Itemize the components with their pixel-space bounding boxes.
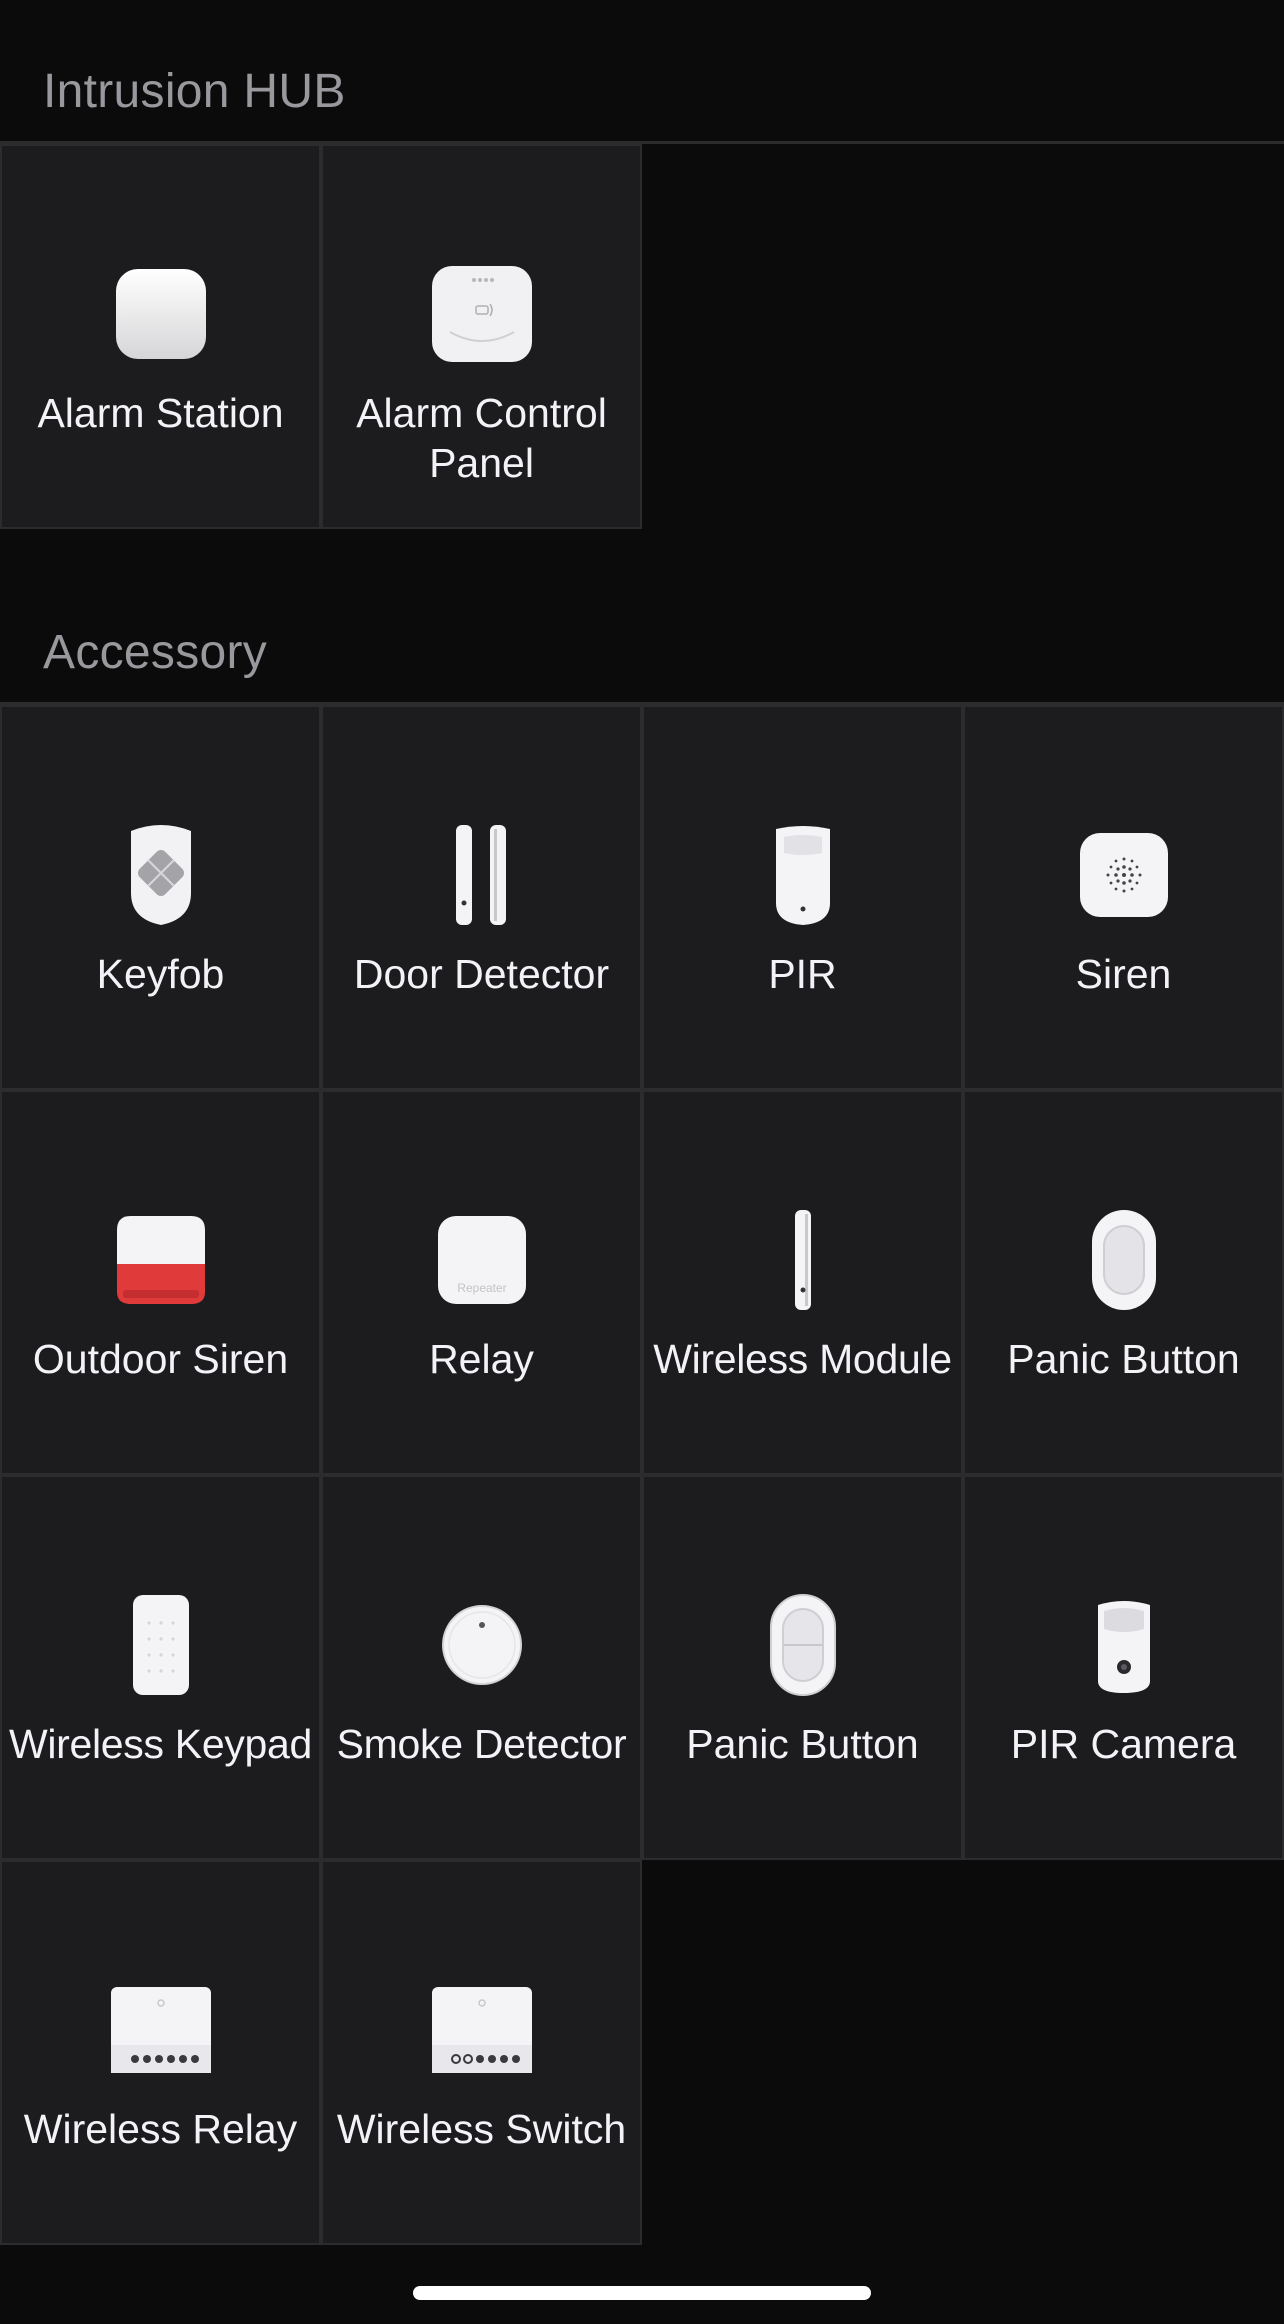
door-detector-icon xyxy=(422,815,542,935)
device-label: Wireless Relay xyxy=(23,2106,298,2152)
device-label: Smoke Detector xyxy=(336,1721,627,1767)
wireless-module-icon xyxy=(743,1200,863,1320)
device-tile-wireless-module[interactable]: Wireless Module xyxy=(642,1090,963,1475)
device-label: Alarm Station xyxy=(37,390,284,436)
device-tile-pir-camera[interactable]: PIR Camera xyxy=(963,1475,1284,1860)
device-label: Door Detector xyxy=(353,951,610,997)
section-title: Intrusion HUB xyxy=(43,65,346,118)
panic-button-double-icon xyxy=(743,1585,863,1705)
device-tile-wireless-switch[interactable]: Wireless Switch xyxy=(321,1860,642,2245)
section-header-intrusion-hub: Intrusion HUB xyxy=(0,0,1284,144)
device-tile-smoke-detector[interactable]: Smoke Detector xyxy=(321,1475,642,1860)
device-label: Panic Button xyxy=(686,1721,919,1767)
device-tile-door-detector[interactable]: Door Detector xyxy=(321,705,642,1090)
alarm-control-panel-icon xyxy=(422,254,542,374)
accessory-grid: Keyfob Door Detector PIR Siren Outdoor S… xyxy=(0,705,1284,2245)
pir-camera-icon xyxy=(1064,1585,1184,1705)
device-tile-siren[interactable]: Siren xyxy=(963,705,1284,1090)
device-tile-outdoor-siren[interactable]: Outdoor Siren xyxy=(0,1090,321,1475)
device-label: PIR xyxy=(768,951,837,997)
device-label: Keyfob xyxy=(96,951,225,997)
device-label: PIR Camera xyxy=(1010,1721,1237,1767)
device-label: Panic Button xyxy=(1007,1336,1240,1382)
device-label: Wireless Switch xyxy=(336,2106,627,2152)
pir-icon xyxy=(743,815,863,935)
relay-icon: Repeater xyxy=(422,1200,542,1320)
device-label: Wireless Module xyxy=(653,1336,952,1382)
section-title: Accessory xyxy=(43,626,268,679)
wireless-switch-icon xyxy=(422,1970,542,2090)
siren-icon xyxy=(1064,815,1184,935)
device-label: Alarm Control Panel xyxy=(356,390,607,486)
device-tile-pir[interactable]: PIR xyxy=(642,705,963,1090)
panic-button-icon xyxy=(1064,1200,1184,1320)
keyfob-icon xyxy=(101,815,221,935)
device-tile-relay[interactable]: Repeater Relay xyxy=(321,1090,642,1475)
device-tile-panic-button[interactable]: Panic Button xyxy=(963,1090,1284,1475)
wireless-relay-icon xyxy=(101,1970,221,2090)
device-tile-wireless-relay[interactable]: Wireless Relay xyxy=(0,1860,321,2245)
relay-icon-text: Repeater xyxy=(457,1281,506,1295)
device-label: Outdoor Siren xyxy=(32,1336,289,1382)
section-header-accessory: Accessory xyxy=(0,529,1284,705)
device-label: Wireless Keypad xyxy=(8,1721,313,1767)
home-indicator xyxy=(413,2286,871,2300)
device-tile-panic-button-double[interactable]: Panic Button xyxy=(642,1475,963,1860)
intrusion-hub-grid: Alarm Station Alarm Control Panel xyxy=(0,144,1284,529)
device-label: Relay xyxy=(429,1336,534,1382)
wireless-keypad-icon xyxy=(101,1585,221,1705)
device-tile-wireless-keypad[interactable]: Wireless Keypad xyxy=(0,1475,321,1860)
outdoor-siren-icon xyxy=(101,1200,221,1320)
device-label: Siren xyxy=(1075,951,1172,997)
device-tile-alarm-control-panel[interactable]: Alarm Control Panel xyxy=(321,144,642,529)
smoke-detector-icon xyxy=(422,1585,542,1705)
device-tile-alarm-station[interactable]: Alarm Station xyxy=(0,144,321,529)
device-tile-keyfob[interactable]: Keyfob xyxy=(0,705,321,1090)
alarm-station-icon xyxy=(101,254,221,374)
